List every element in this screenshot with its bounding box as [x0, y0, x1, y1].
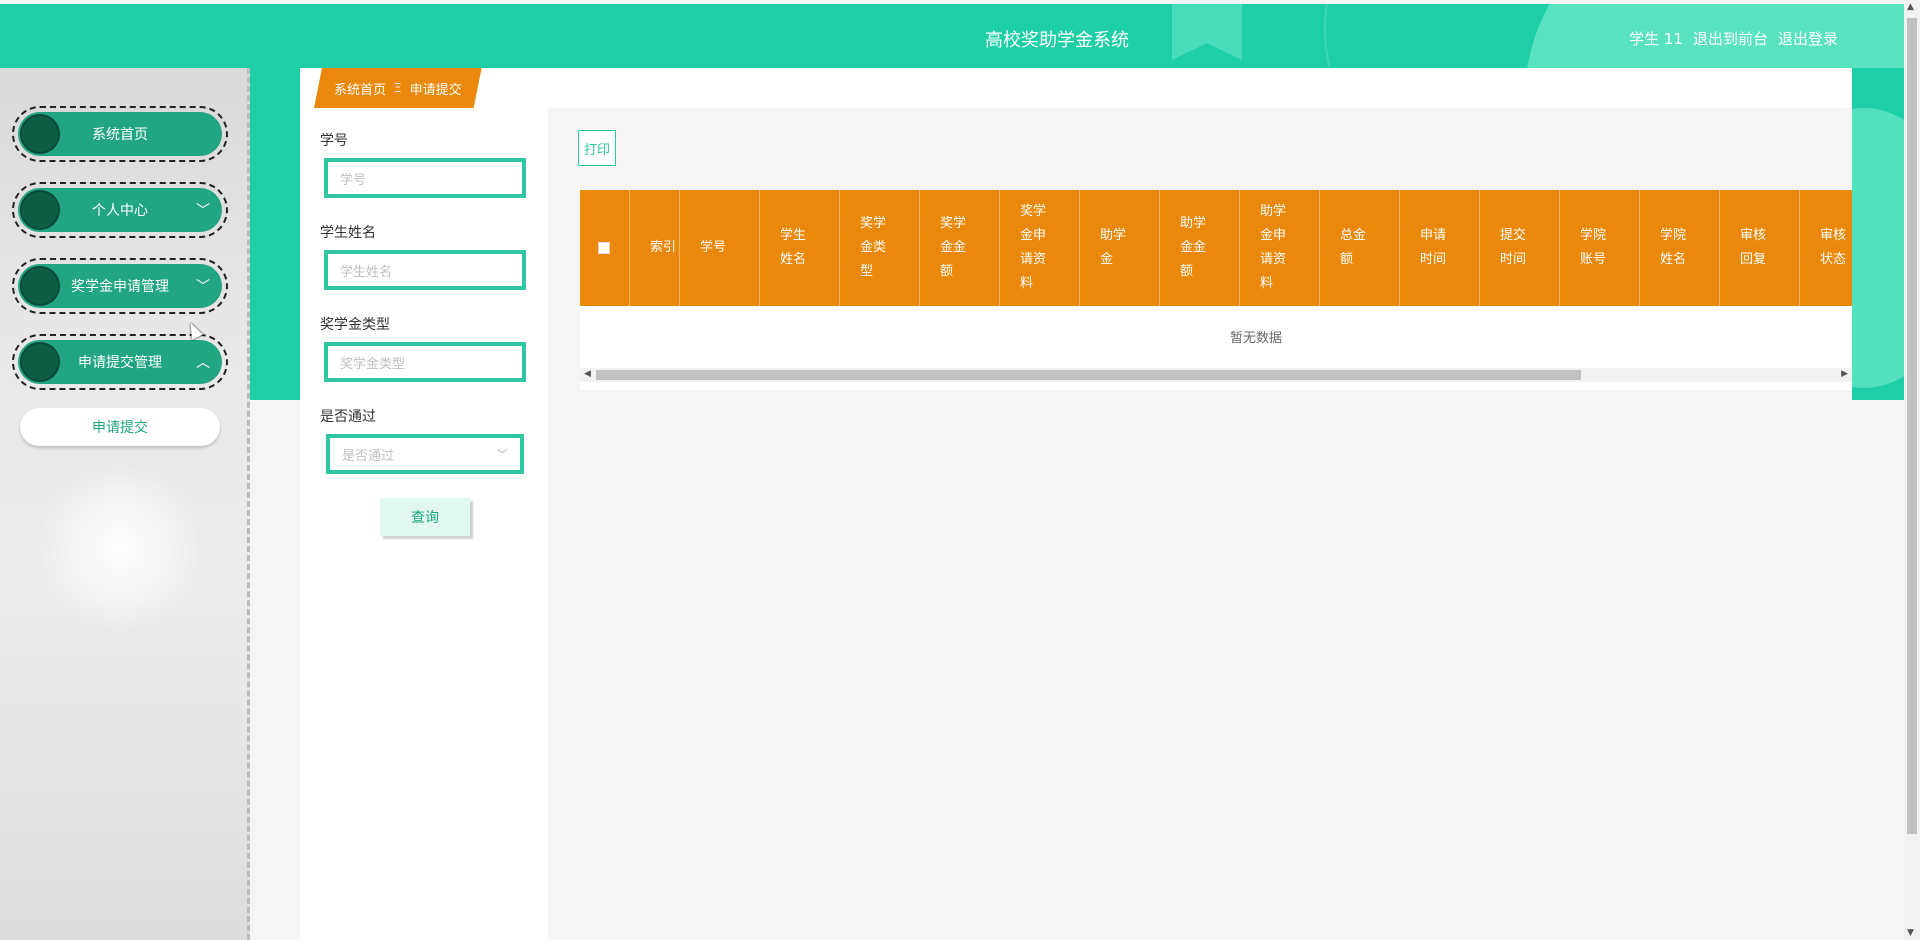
sidebar-item-label: 奖学金申请管理 — [71, 279, 169, 295]
breadcrumb-bar: 系统首页 Ξ 申请提交 — [300, 68, 1852, 108]
column-label: 助学金金额 — [1180, 216, 1207, 279]
table-header-cell: 奖学金类型 — [840, 190, 920, 306]
table-header-cell: 学院账号 — [1560, 190, 1640, 306]
student-id-placeholder: 学号 — [340, 172, 367, 188]
scroll-up-icon[interactable]: ▲ — [1907, 2, 1914, 12]
table-header: 索引 学号 学生姓名 奖学金类型 奖学金金额 奖学金申请资料 助学金 助学金金额… — [580, 190, 1852, 306]
table-header-cell: 助学金 — [1080, 190, 1160, 306]
empty-table-message: 暂无数据 — [1229, 330, 1282, 346]
circle-icon — [20, 266, 60, 306]
chevron-down-icon: ﹀ — [497, 448, 508, 461]
column-label: 学院账号 — [1580, 228, 1607, 267]
sidebar-item-scholarship-application[interactable]: 奖学金申请管理 ﹀ — [12, 258, 228, 314]
sidebar-item-submission-management[interactable]: 申请提交管理 ︿ — [12, 334, 228, 390]
scroll-right-icon[interactable]: ▶ — [1841, 369, 1848, 379]
sidebar-item-pill: 申请提交管理 ︿ — [18, 340, 222, 384]
scrollbar-thumb[interactable] — [596, 370, 1581, 380]
sidebar-item-pill: 个人中心 ﹀ — [18, 188, 222, 232]
sidebar-item-pill: 奖学金申请管理 ﹀ — [18, 264, 222, 308]
column-label: 总金额 — [1340, 228, 1367, 267]
chevron-down-icon: ﹀ — [196, 279, 210, 295]
student-name-placeholder: 学生姓名 — [340, 264, 393, 280]
student-name-label: 学生姓名 — [320, 225, 376, 241]
circle-icon — [20, 114, 60, 154]
search-panel: 学号 学号 学生姓名 学生姓名 奖学金类型 奖学金类型 是否通过 是否通过 ﹀ … — [300, 108, 548, 940]
username: 学生 11 — [1629, 30, 1683, 48]
sidebar-item-label: 系统首页 — [92, 127, 148, 143]
scholarship-type-input[interactable]: 奖学金类型 — [324, 342, 526, 382]
breadcrumb-home[interactable]: 系统首页 — [334, 79, 386, 98]
select-all-checkbox-cell — [580, 190, 630, 306]
breadcrumb-current: 申请提交 — [409, 82, 462, 98]
column-label: 审核状态 — [1820, 228, 1847, 267]
sidebar-item-label: 申请提交管理 — [78, 355, 162, 371]
table-header-cell: 审核回复 — [1720, 190, 1800, 306]
column-label: 学院姓名 — [1660, 228, 1687, 267]
column-label: 学号 — [700, 240, 727, 255]
circle-icon — [20, 342, 60, 382]
breadcrumb-separator-icon: Ξ — [394, 81, 402, 95]
user-area: 学生 11 退出到前台 退出登录 — [1629, 28, 1838, 49]
scrollbar-thumb[interactable] — [1907, 18, 1917, 834]
scholarship-type-placeholder: 奖学金类型 — [340, 356, 406, 372]
sidebar-item-pill: 系统首页 — [18, 112, 222, 156]
table-header-cell: 助学金申请资料 — [1240, 190, 1320, 306]
sidebar-item-home[interactable]: 系统首页 — [12, 106, 228, 162]
table-header-cell: 学院姓名 — [1640, 190, 1720, 306]
column-label: 审核回复 — [1740, 228, 1767, 267]
sidebar: 系统首页 个人中心 ﹀ 奖学金申请管理 ﹀ 申请提交管理 ︿ 申请提交 — [0, 68, 250, 940]
table-header-cell: 学生姓名 — [760, 190, 840, 306]
column-label: 奖学金类型 — [860, 216, 887, 279]
table-header-cell: 助学金金额 — [1160, 190, 1240, 306]
data-table: 索引 学号 学生姓名 奖学金类型 奖学金金额 奖学金申请资料 助学金 助学金金额… — [580, 190, 1852, 390]
table-header-cell: 审核状态 — [1800, 190, 1852, 306]
scroll-down-icon[interactable]: ▼ — [1907, 928, 1914, 938]
logout-link[interactable]: 退出登录 — [1778, 28, 1838, 49]
column-label: 助学金 — [1100, 228, 1127, 267]
column-label: 索引 — [650, 240, 677, 255]
horizontal-scrollbar[interactable]: ◀ ▶ — [580, 368, 1852, 382]
select-all-checkbox[interactable] — [598, 242, 610, 254]
student-id-input[interactable]: 学号 — [324, 158, 526, 198]
table-header-cell: 学号 — [680, 190, 760, 306]
app-title: 高校奖助学金系统 — [985, 30, 1129, 51]
sidebar-item-personal-center[interactable]: 个人中心 ﹀ — [12, 182, 228, 238]
scholarship-type-label: 奖学金类型 — [320, 317, 390, 333]
sidebar-glow — [40, 458, 200, 638]
approved-label: 是否通过 — [320, 409, 376, 425]
breadcrumb: 系统首页 Ξ 申请提交 — [314, 68, 482, 108]
chevron-down-icon: ﹀ — [196, 203, 210, 219]
student-name-input[interactable]: 学生姓名 — [324, 250, 526, 290]
table-header-cell: 索引 — [630, 190, 680, 306]
print-button[interactable]: 打印 — [578, 130, 616, 166]
column-label: 提交时间 — [1500, 228, 1527, 267]
approved-select[interactable]: 是否通过 ﹀ — [326, 434, 524, 474]
page-vertical-scrollbar[interactable]: ▲ ▼ — [1904, 0, 1920, 940]
chevron-up-icon: ︿ — [196, 355, 210, 371]
main-content: 打印 索引 学号 学生姓名 奖学金类型 奖学金金额 奖学金申请资料 助学金 助学… — [548, 108, 1852, 940]
table-header-cell: 总金额 — [1320, 190, 1400, 306]
circle-icon — [20, 190, 60, 230]
table-header-cell: 申请时间 — [1400, 190, 1480, 306]
sidebar-item-label: 个人中心 — [92, 203, 148, 219]
column-label: 奖学金金额 — [940, 216, 967, 279]
student-id-label: 学号 — [320, 133, 348, 149]
column-label: 助学金申请资料 — [1260, 204, 1287, 291]
scroll-left-icon[interactable]: ◀ — [584, 369, 591, 379]
table-header-cell: 提交时间 — [1480, 190, 1560, 306]
table-header-cell: 奖学金申请资料 — [1000, 190, 1080, 306]
sidebar-subitem-submit[interactable]: 申请提交 — [20, 408, 220, 446]
search-button[interactable]: 查询 — [380, 498, 470, 536]
column-label: 奖学金申请资料 — [1020, 204, 1047, 291]
top-header: 高校奖助学金系统 学生 11 退出到前台 退出登录 — [0, 4, 1904, 68]
approved-placeholder: 是否通过 — [342, 448, 395, 464]
table-header-cell: 奖学金金额 — [920, 190, 1000, 306]
column-label: 申请时间 — [1420, 228, 1447, 267]
back-to-front-link[interactable]: 退出到前台 — [1693, 28, 1768, 49]
column-label: 学生姓名 — [780, 228, 807, 267]
